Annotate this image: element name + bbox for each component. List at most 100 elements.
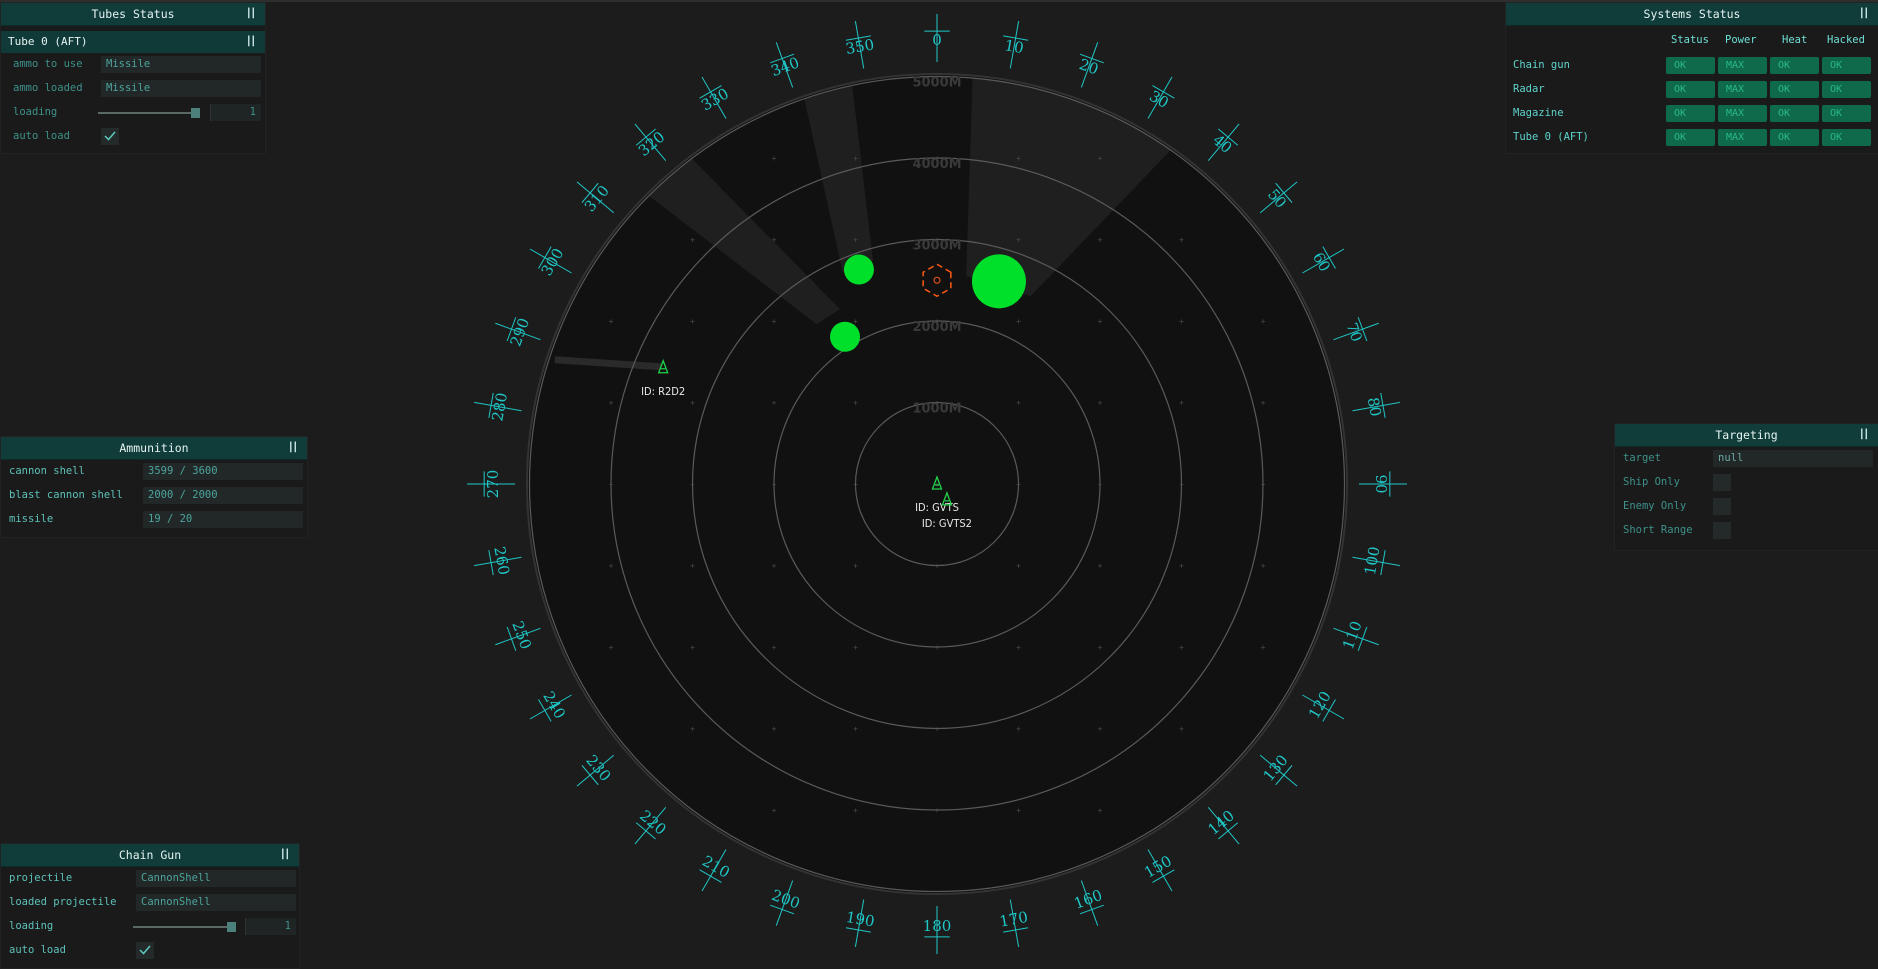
enemy-only-checkbox[interactable] <box>1713 498 1731 515</box>
loaded-projectile-label: loaded projectile <box>9 896 117 908</box>
target-row: target null <box>1615 447 1878 471</box>
bearing-label: 280 <box>488 391 511 422</box>
ammo-to-use-field[interactable]: Missile <box>101 56 261 73</box>
grid-marker: + <box>690 725 695 734</box>
ammo-label: missile <box>9 513 54 525</box>
grid-marker: + <box>1016 317 1021 326</box>
ship-id-label: ID: R2D2 <box>641 385 685 398</box>
collapse-icon[interactable]: ▎▎ <box>248 31 258 53</box>
range-label: 2000M <box>912 320 961 335</box>
grid-marker: + <box>609 399 614 408</box>
bearing-label: 180 <box>923 917 952 935</box>
bearing-label: 260 <box>490 545 513 576</box>
hacked-badge: OK <box>1822 57 1871 74</box>
loading-label: loading <box>9 920 54 932</box>
collapse-icon[interactable]: ▎▎ <box>1861 3 1871 25</box>
panel-title: Systems Status <box>1643 7 1741 21</box>
collapse-icon[interactable]: ▎▎ <box>1861 424 1871 446</box>
ammo-loaded-label: ammo loaded <box>13 82 83 94</box>
power-badge[interactable]: MAX <box>1718 105 1767 122</box>
projectile-label: projectile <box>9 872 73 884</box>
systems-status-panel: Systems Status ▎▎ Status Power Heat Hack… <box>1505 2 1878 154</box>
targeting-panel: Targeting ▎▎ target null Ship Only Enemy… <box>1614 423 1878 551</box>
radar-contact[interactable] <box>830 321 861 352</box>
grid-marker: + <box>1098 399 1103 408</box>
power-badge[interactable]: MAX <box>1718 129 1767 146</box>
radar-contact[interactable] <box>971 254 1026 309</box>
power-badge[interactable]: MAX <box>1718 57 1767 74</box>
status-badge: OK <box>1666 57 1715 74</box>
ammo-to-use-label: ammo to use <box>13 58 83 70</box>
loading-slider-track[interactable] <box>133 926 233 928</box>
grid-marker: + <box>1261 562 1266 571</box>
tube-header[interactable]: Tube 0 (AFT) ▎▎ <box>1 31 265 53</box>
power-badge[interactable]: MAX <box>1718 81 1767 98</box>
ammo-value: 3599 / 3600 <box>143 463 303 480</box>
grid-marker: + <box>772 643 777 652</box>
range-label: 3000M <box>912 239 961 254</box>
ammo-row: blast cannon shell 2000 / 2000 <box>1 484 307 508</box>
chain-gun-header[interactable]: Chain Gun ▎▎ <box>1 844 299 867</box>
targeting-header[interactable]: Targeting ▎▎ <box>1615 424 1878 447</box>
bearing-label: 40 <box>1209 131 1235 157</box>
loading-slider-handle[interactable] <box>227 922 236 932</box>
collapse-icon[interactable]: ▎▎ <box>290 437 300 459</box>
loading-label: loading <box>13 106 58 118</box>
grid-marker: + <box>772 725 777 734</box>
target-field[interactable]: null <box>1713 450 1873 467</box>
system-name: Chain gun <box>1513 59 1570 71</box>
loading-value[interactable]: 1 <box>210 104 261 121</box>
hacked-badge: OK <box>1822 81 1871 98</box>
projectile-field[interactable]: CannonShell <box>136 870 296 887</box>
grid-marker: + <box>1016 399 1021 408</box>
status-badge: OK <box>1666 129 1715 146</box>
ship-only-checkbox[interactable] <box>1713 474 1731 491</box>
range-label: 4000M <box>912 157 961 172</box>
bearing-label: 270 <box>484 470 502 499</box>
auto-load-checkbox[interactable] <box>101 128 119 145</box>
loading-value[interactable]: 1 <box>245 918 296 935</box>
auto-load-checkbox[interactable] <box>136 942 154 959</box>
ammo-label: blast cannon shell <box>9 489 123 501</box>
short-range-checkbox[interactable] <box>1713 522 1731 539</box>
tubes-status-header[interactable]: Tubes Status ▎▎ <box>1 3 265 26</box>
enemy-only-label: Enemy Only <box>1623 500 1687 512</box>
grid-marker: + <box>1261 643 1266 652</box>
grid-marker: + <box>1016 806 1021 815</box>
ammunition-panel: Ammunition ▎▎ cannon shell 3599 / 3600 b… <box>0 436 308 538</box>
collapse-icon[interactable]: ▎▎ <box>282 844 292 866</box>
bearing-label: 210 <box>699 852 733 882</box>
column-header-heat: Heat <box>1782 34 1808 46</box>
hacked-badge: OK <box>1822 129 1871 146</box>
enemy-only-row: Enemy Only <box>1615 495 1878 519</box>
column-header-power: Power <box>1725 34 1757 46</box>
bearing-label: 100 <box>1361 545 1384 576</box>
bearing-label: 340 <box>769 53 802 80</box>
loading-slider-handle[interactable] <box>191 108 200 118</box>
ammo-label: cannon shell <box>9 465 85 477</box>
bearing-label: 140 <box>1204 806 1238 838</box>
grid-marker: + <box>853 399 858 408</box>
target-label: target <box>1623 452 1661 464</box>
ammunition-header[interactable]: Ammunition ▎▎ <box>1 437 307 460</box>
grid-marker: + <box>690 643 695 652</box>
radar-contact[interactable] <box>843 254 874 285</box>
loading-slider-track[interactable] <box>98 112 198 114</box>
auto-load-label: auto load <box>13 130 70 142</box>
collapse-icon[interactable]: ▎▎ <box>248 3 258 25</box>
checkmark-icon <box>104 131 116 141</box>
system-row-magazine: Magazine OK MAX OK OK <box>1506 104 1878 124</box>
grid-marker: + <box>772 236 777 245</box>
bearing-label: 250 <box>508 619 535 652</box>
grid-marker: + <box>1261 317 1266 326</box>
bearing-label: 20 <box>1077 55 1101 78</box>
bearing-label: 150 <box>1141 852 1175 882</box>
systems-status-header[interactable]: Systems Status ▎▎ <box>1506 3 1878 26</box>
bearing-label: 220 <box>636 806 670 838</box>
panel-title: Chain Gun <box>118 848 182 862</box>
hacked-badge: OK <box>1822 105 1871 122</box>
bearing-label: 170 <box>998 908 1029 931</box>
grid-marker: + <box>772 806 777 815</box>
bearing-label: 90 <box>1372 474 1390 493</box>
system-name: Magazine <box>1513 107 1564 119</box>
